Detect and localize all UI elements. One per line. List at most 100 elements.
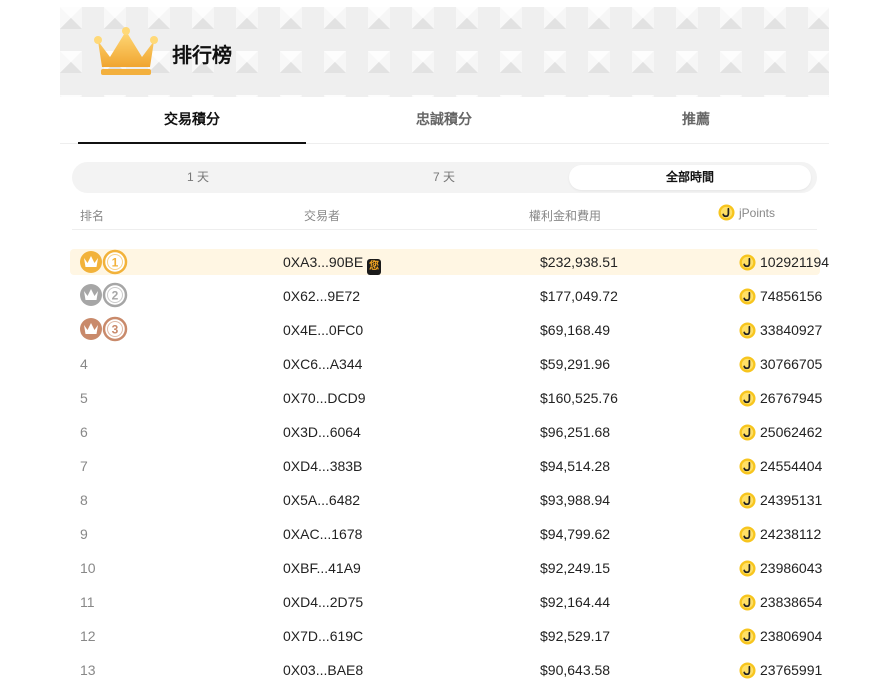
table-row: 6 0X3D...6064 $96,251.68 25062462 (70, 415, 822, 449)
jpoints-coin-icon (739, 457, 756, 475)
fees-value: $92,249.15 (540, 560, 611, 576)
fees-value: $160,525.76 (540, 390, 618, 406)
table-row: 4 0XC6...A344 $59,291.96 30766705 (70, 347, 822, 381)
jpoints-coin-icon (739, 321, 756, 339)
trader-cell: 0X3D...6064 (283, 415, 361, 449)
column-header-points-label: jPoints (739, 205, 776, 220)
crown-icon (94, 27, 158, 75)
rank-number: 8 (80, 492, 88, 508)
trader-address[interactable]: 0X03...BAE8 (283, 662, 363, 678)
column-header-points: jPoints (718, 204, 775, 221)
trader-cell: 0XD4...383B (283, 449, 362, 483)
points-cell: 24238112 (739, 517, 821, 551)
points-cell: 30766705 (739, 347, 822, 381)
fees-value: $69,168.49 (540, 322, 611, 338)
points-value: 26767945 (760, 390, 823, 406)
you-badge: 您 (367, 259, 382, 275)
trader-address[interactable]: 0X3D...6064 (283, 424, 361, 440)
jpoints-coin-icon (739, 525, 756, 543)
points-cell: 24395131 (739, 483, 822, 517)
trader-address[interactable]: 0X4E...0FC0 (283, 322, 363, 338)
rank-number: 12 (80, 628, 96, 644)
period-7-days[interactable]: 7 天 (322, 165, 566, 190)
points-cell: 74856156 (739, 279, 822, 313)
points-value: 23806904 (760, 628, 823, 644)
points-value: 25062462 (760, 424, 823, 440)
period-all-time[interactable]: 全部時間 (569, 165, 811, 190)
rank-number: 7 (80, 458, 88, 474)
trader-cell: 0X70...DCD9 (283, 381, 365, 415)
table-row: 3 0X4E...0FC0 $69,168.49 33840927 (70, 313, 822, 347)
trader-address[interactable]: 0X5A...6482 (283, 492, 360, 508)
trader-cell: 0X62...9E72 (283, 279, 360, 313)
rank-medal-icon: 2 (80, 282, 128, 308)
jpoints-coin-icon (739, 491, 756, 509)
points-cell: 23838654 (739, 585, 822, 619)
table-row: 8 0X5A...6482 $93,988.94 24395131 (70, 483, 822, 517)
fees-value: $177,049.72 (540, 288, 618, 304)
trader-address[interactable]: 0X62...9E72 (283, 288, 360, 304)
jpoints-coin-icon (739, 253, 756, 271)
points-value: 23986043 (760, 560, 823, 576)
trader-address[interactable]: 0XD4...383B (283, 458, 362, 474)
rank-number: 10 (80, 560, 96, 576)
table-row: 13 0X03...BAE8 $90,643.58 23765991 (70, 653, 822, 687)
rank-number: 1 (112, 256, 119, 270)
rank-number: 6 (80, 424, 88, 440)
trader-address[interactable]: 0XC6...A344 (283, 356, 362, 372)
jpoints-coin-icon (739, 661, 756, 679)
points-cell: 26767945 (739, 381, 822, 415)
trader-address[interactable]: 0XD4...2D75 (283, 594, 363, 610)
table-row: 9 0XAC...1678 $94,799.62 24238112 (70, 517, 821, 551)
trader-address[interactable]: 0X70...DCD9 (283, 390, 365, 406)
trader-cell: 0X7D...619C (283, 619, 363, 653)
jpoints-coin-icon (739, 593, 756, 611)
table-row: 5 0X70...DCD9 $160,525.76 26767945 (70, 381, 822, 415)
points-cell: 23806904 (739, 619, 822, 653)
rank-number: 11 (80, 594, 95, 610)
trader-address[interactable]: 0XBF...41A9 (283, 560, 361, 576)
jpoints-coin-icon (739, 423, 756, 441)
table-row: 1 0XA3...90BE 您 $232,938.51 102921194 (70, 249, 829, 275)
points-cell: 24554404 (739, 449, 822, 483)
trader-cell: 0X03...BAE8 (283, 653, 363, 687)
fees-value: $93,988.94 (540, 492, 611, 508)
jpoints-coin-icon (739, 355, 756, 373)
page-title: 排行榜 (172, 45, 232, 67)
fees-value: $96,251.68 (540, 424, 611, 440)
trader-cell: 0XC6...A344 (283, 347, 362, 381)
fees-value: $94,799.62 (540, 526, 611, 542)
leaderboard-tabs: 交易積分 忠誠積分 推薦 (60, 97, 829, 144)
points-cell: 102921194 (739, 249, 829, 275)
points-value: 24395131 (760, 492, 823, 508)
period-selector: 1 天 7 天 全部時間 (72, 162, 817, 193)
points-cell: 25062462 (739, 415, 822, 449)
rank-number: 2 (112, 289, 119, 303)
trader-cell: 0XD4...2D75 (283, 585, 363, 619)
points-value: 23765991 (760, 662, 823, 678)
points-cell: 23765991 (739, 653, 822, 687)
points-value: 24554404 (760, 458, 823, 474)
trader-address[interactable]: 0X7D...619C (283, 628, 363, 644)
tab-trading-points[interactable]: 交易積分 (78, 97, 306, 144)
table-row: 12 0X7D...619C $92,529.17 23806904 (70, 619, 822, 653)
trader-address[interactable]: 0XAC...1678 (283, 526, 362, 542)
table-row: 2 0X62...9E72 $177,049.72 74856156 (70, 279, 822, 313)
fees-value: $94,514.28 (540, 458, 611, 474)
points-cell: 33840927 (739, 313, 822, 347)
tab-referral[interactable]: 推薦 (582, 97, 810, 143)
jpoints-coin-icon (739, 389, 756, 407)
leaderboard-banner: 排行榜 (60, 7, 829, 97)
trader-cell: 0XAC...1678 (283, 517, 362, 551)
period-1-day[interactable]: 1 天 (78, 165, 318, 190)
tab-loyalty-points[interactable]: 忠誠積分 (330, 97, 558, 143)
points-value: 24238112 (760, 526, 822, 542)
points-value: 74856156 (760, 288, 823, 304)
fees-value: $232,938.51 (540, 254, 618, 270)
rank-number: 3 (112, 323, 119, 337)
trader-address[interactable]: 0XA3...90BE (283, 254, 363, 270)
points-cell: 23986043 (739, 551, 822, 585)
trader-cell: 0X5A...6482 (283, 483, 360, 517)
jpoints-coin-icon (739, 287, 756, 305)
fees-value: $92,529.17 (540, 628, 611, 644)
